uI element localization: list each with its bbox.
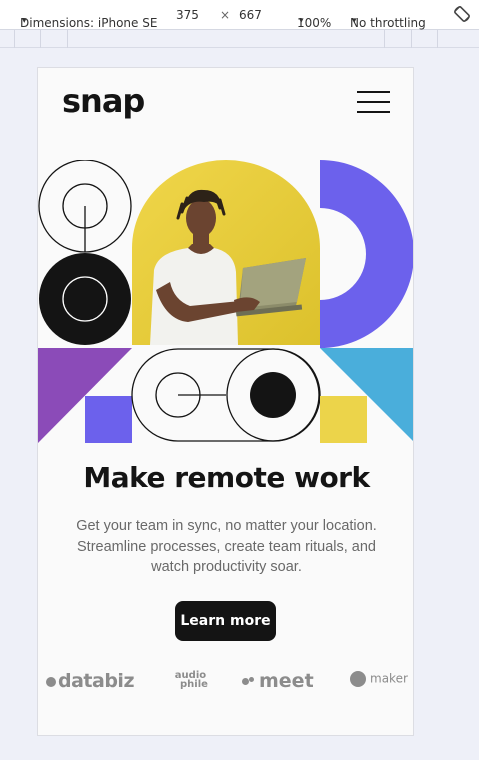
device-viewport: snap Make remote work Get your team in s… <box>37 67 414 736</box>
device-select-label: Dimensions: iPhone SE <box>20 16 158 30</box>
hero-illustration <box>38 160 413 443</box>
purple-ring-shape <box>320 160 413 348</box>
width-input[interactable]: 375 <box>176 8 199 22</box>
hero-photo <box>132 160 320 345</box>
client-logo-meet: meet <box>242 670 314 692</box>
client-logo-maker: maker <box>350 671 408 687</box>
black-circle-shape <box>39 253 131 345</box>
meet-dot-icon <box>242 678 249 685</box>
outline-circle-shape <box>38 160 132 253</box>
device-toolbar: Dimensions: iPhone SE ▾ 375 × 667 100% ▾ N… <box>0 0 479 30</box>
media-query-ruler <box>0 30 479 48</box>
hero-description: Get your team in sync, no matter your lo… <box>76 518 377 575</box>
height-input[interactable]: 667 <box>239 8 262 22</box>
databiz-dot-icon <box>46 676 56 687</box>
black-dot-shape <box>250 372 296 418</box>
hamburger-menu-icon[interactable] <box>357 91 390 113</box>
rotate-icon[interactable] <box>453 5 471 26</box>
client-logo-databiz: databiz <box>46 670 135 692</box>
learn-more-button[interactable]: Learn more <box>175 601 276 641</box>
hero-headline: Make remote work <box>83 461 370 494</box>
client-logo-audiophile: audio phile <box>174 670 208 690</box>
chevron-down-icon: ▾ <box>22 16 27 26</box>
dimension-times-label: × <box>220 8 231 22</box>
purple-square-shape <box>85 396 132 443</box>
throttling-label: No throttling <box>350 16 426 30</box>
snap-logo[interactable]: snap <box>62 82 145 120</box>
yellow-square-shape <box>320 396 367 443</box>
chevron-down-icon: ▾ <box>352 16 357 26</box>
maker-circle-icon <box>350 671 366 687</box>
client-logos: databiz audio phile meet maker <box>38 666 413 698</box>
chevron-down-icon: ▾ <box>299 16 304 26</box>
